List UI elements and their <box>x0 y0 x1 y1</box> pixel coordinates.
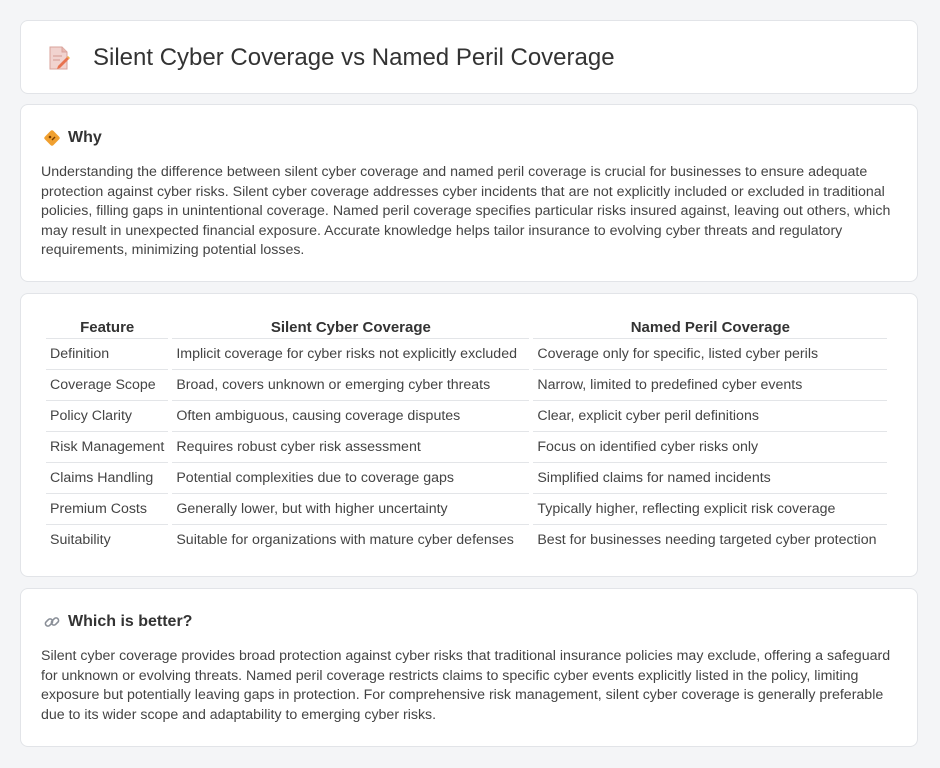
diamond-sign-icon <box>44 130 60 146</box>
which-is-better-section: Which is better? Silent cyber coverage p… <box>20 588 918 747</box>
silent-cyber-cell: Potential complexities due to coverage g… <box>172 463 530 494</box>
feature-cell: Suitability <box>50 532 111 548</box>
named-peril-cell: Clear, explicit cyber peril definitions <box>533 401 888 432</box>
named-peril-cell: Typically higher, reflecting explicit ri… <box>533 494 888 525</box>
silent-cyber-cell: Generally lower, but with higher uncerta… <box>172 494 530 525</box>
feature-cell: Coverage Scope <box>46 370 169 401</box>
table-row: Coverage Scope Broad, covers unknown or … <box>46 370 888 401</box>
table-row: Policy Clarity Often ambiguous, causing … <box>46 401 888 432</box>
why-heading: Why <box>68 129 102 146</box>
named-peril-cell: Simplified claims for named incidents <box>533 463 888 494</box>
table-row: Suitability Suitable for organizations w… <box>46 525 887 555</box>
page-title: Silent Cyber Coverage vs Named Peril Cov… <box>93 44 615 71</box>
comparison-table: Feature Silent Cyber Coverage Named Peri… <box>42 316 891 555</box>
feature-cell: Policy Clarity <box>46 401 169 432</box>
why-heading-row: Why <box>43 127 102 149</box>
link-icon <box>44 617 60 627</box>
why-text: Understanding the difference between sil… <box>41 164 891 258</box>
table-row: Claims Handling Potential complexities d… <box>46 463 888 494</box>
table-row: Definition Implicit coverage for cyber r… <box>46 339 888 370</box>
named-peril-cell: Coverage only for specific, listed cyber… <box>533 339 888 370</box>
comparison-section: Feature Silent Cyber Coverage Named Peri… <box>20 293 918 577</box>
silent-cyber-cell: Suitable for organizations with mature c… <box>176 532 514 548</box>
feature-cell: Claims Handling <box>46 463 169 494</box>
document-edit-icon <box>49 46 70 70</box>
better-heading-row: Which is better? <box>43 611 192 633</box>
named-peril-cell: Narrow, limited to predefined cyber even… <box>533 370 888 401</box>
why-section: Why Understanding the difference between… <box>20 104 918 282</box>
silent-cyber-cell: Broad, covers unknown or emerging cyber … <box>172 370 530 401</box>
feature-cell: Risk Management <box>46 432 169 463</box>
column-header-feature: Feature <box>46 316 169 339</box>
silent-cyber-cell: Requires robust cyber risk assessment <box>172 432 530 463</box>
silent-cyber-cell: Often ambiguous, causing coverage disput… <box>172 401 530 432</box>
named-peril-cell: Focus on identified cyber risks only <box>533 432 888 463</box>
column-header-silent-cyber: Silent Cyber Coverage <box>172 316 530 339</box>
feature-cell: Premium Costs <box>46 494 169 525</box>
named-peril-cell: Best for businesses needing targeted cyb… <box>537 532 877 548</box>
silent-cyber-cell: Implicit coverage for cyber risks not ex… <box>172 339 530 370</box>
better-text: Silent cyber coverage provides broad pro… <box>41 648 891 723</box>
table-row: Risk Management Requires robust cyber ri… <box>46 432 888 463</box>
table-header-row: Feature Silent Cyber Coverage Named Peri… <box>46 316 888 339</box>
column-header-named-peril: Named Peril Coverage <box>533 316 888 339</box>
header-card: Silent Cyber Coverage vs Named Peril Cov… <box>20 20 918 94</box>
feature-cell: Definition <box>46 339 169 370</box>
better-heading: Which is better? <box>68 613 193 630</box>
table-row: Premium Costs Generally lower, but with … <box>46 494 888 525</box>
